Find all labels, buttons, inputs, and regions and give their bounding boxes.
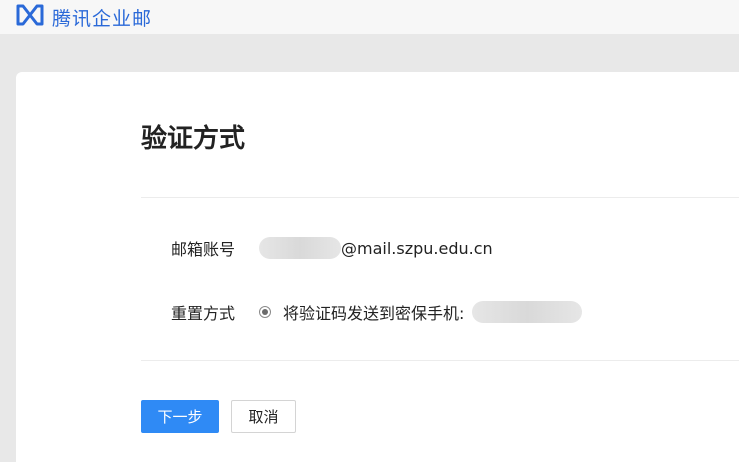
top-bar: 腾讯企业邮: [0, 0, 739, 34]
brand-name: 腾讯企业邮: [52, 7, 153, 30]
tencent-exmail-logo-icon: [14, 4, 46, 30]
divider-top: [141, 197, 739, 198]
account-label: 邮箱账号: [171, 240, 236, 259]
method-row: 重置方式 将验证码发送到密保手机:: [171, 300, 583, 324]
next-button[interactable]: 下一步: [141, 400, 219, 433]
page-title: 验证方式: [141, 124, 246, 154]
phone-number-redacted: [472, 301, 583, 323]
method-radio-selected[interactable]: [259, 306, 271, 318]
account-row: 邮箱账号 @mail.szpu.edu.cn: [171, 236, 493, 260]
cancel-button[interactable]: 取消: [231, 400, 296, 433]
verify-card: 验证方式 邮箱账号 @mail.szpu.edu.cn 重置方式 将验证码发送到…: [16, 72, 739, 462]
method-option-label[interactable]: 将验证码发送到密保手机:: [283, 300, 464, 324]
account-domain: @mail.szpu.edu.cn: [341, 238, 493, 258]
brand-logo[interactable]: 腾讯企业邮: [14, 4, 186, 30]
method-label: 重置方式: [171, 304, 236, 323]
divider-bottom: [141, 360, 739, 361]
account-username-redacted: [259, 237, 341, 259]
